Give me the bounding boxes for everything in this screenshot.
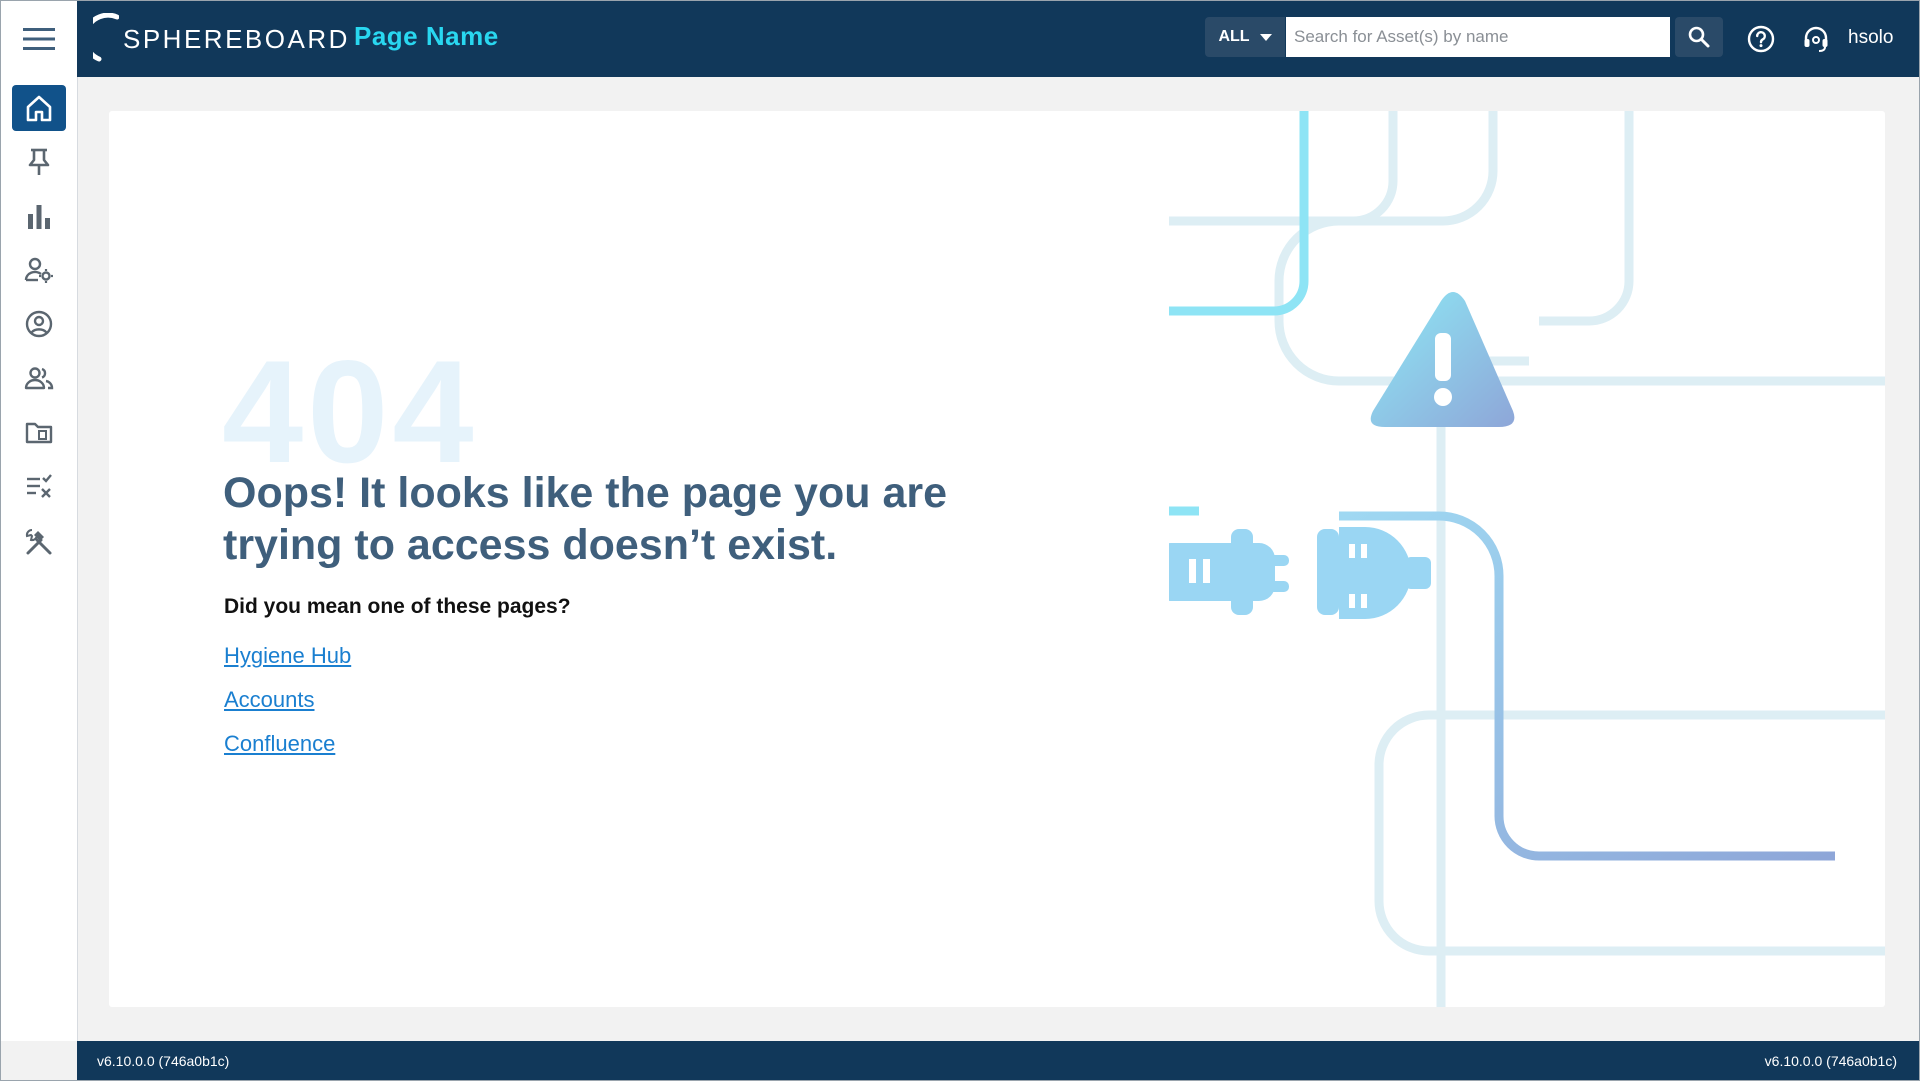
home-icon — [26, 95, 52, 122]
sidebar-item-files[interactable] — [12, 409, 66, 455]
suggestion-link-confluence[interactable]: Confluence — [224, 731, 335, 757]
error-code: 404 — [222, 330, 478, 493]
sidebar-item-pinned[interactable] — [12, 139, 66, 185]
sidebar-item-user-settings[interactable] — [12, 247, 66, 293]
search-scope-label: ALL — [1218, 28, 1250, 45]
folder-icon — [25, 422, 53, 444]
unplugged-cable-illustration — [1169, 111, 1885, 1007]
sidebar-item-tools[interactable] — [12, 519, 66, 565]
footer: v6.10.0.0 (746a0b1c) v6.10.0.0 (746a0b1c… — [77, 1041, 1919, 1080]
search-input[interactable] — [1286, 17, 1670, 57]
help-button[interactable] — [1746, 24, 1776, 59]
version-label-right: v6.10.0.0 (746a0b1c) — [1764, 1053, 1897, 1069]
logo[interactable]: SPHEREBOARD — [93, 7, 350, 71]
hamburger-icon — [23, 28, 55, 50]
search-button[interactable] — [1675, 17, 1723, 57]
sidebar-item-account[interactable] — [12, 301, 66, 347]
suggestion-link-hygiene-hub[interactable]: Hygiene Hub — [224, 643, 351, 669]
error-card: 404 Oops! It looks like the page you are… — [109, 111, 1885, 1007]
sidebar — [1, 77, 78, 1041]
suggestion-link-accounts[interactable]: Accounts — [224, 687, 315, 713]
help-icon — [1747, 25, 1775, 53]
search-icon — [1688, 26, 1710, 48]
sidebar-item-home[interactable] — [12, 85, 66, 131]
app-window: SPHEREBOARD Page Name ALL Search for Ass… — [0, 0, 1920, 1081]
user-menu[interactable]: hsolo — [1848, 27, 1893, 49]
user-settings-icon — [24, 257, 53, 283]
logo-text: SPHEREBOARD — [123, 23, 350, 54]
pin-icon — [28, 148, 50, 175]
bar-chart-icon — [28, 205, 50, 229]
sidebar-item-analytics[interactable] — [12, 193, 66, 239]
headset-icon — [1804, 26, 1828, 52]
tools-icon — [25, 529, 52, 555]
top-bar: SPHEREBOARD Page Name ALL Search for Ass… — [1, 1, 1919, 77]
chevron-down-icon — [1259, 33, 1272, 41]
search-scope-dropdown[interactable]: ALL — [1205, 17, 1285, 57]
checklist-icon — [27, 474, 52, 498]
account-circle-icon — [25, 310, 53, 338]
sidebar-item-users[interactable] — [12, 355, 66, 401]
menu-button[interactable] — [1, 1, 77, 77]
users-icon — [24, 367, 54, 390]
sidebar-item-tasks[interactable] — [12, 463, 66, 509]
logo-arc-icon — [93, 13, 119, 62]
suggestions-title: Did you mean one of these pages? — [224, 595, 571, 618]
page-title: Page Name — [354, 21, 499, 51]
support-button[interactable] — [1801, 24, 1831, 59]
version-label-left: v6.10.0.0 (746a0b1c) — [97, 1053, 230, 1069]
error-headline: Oops! It looks like the page you are try… — [223, 469, 948, 569]
